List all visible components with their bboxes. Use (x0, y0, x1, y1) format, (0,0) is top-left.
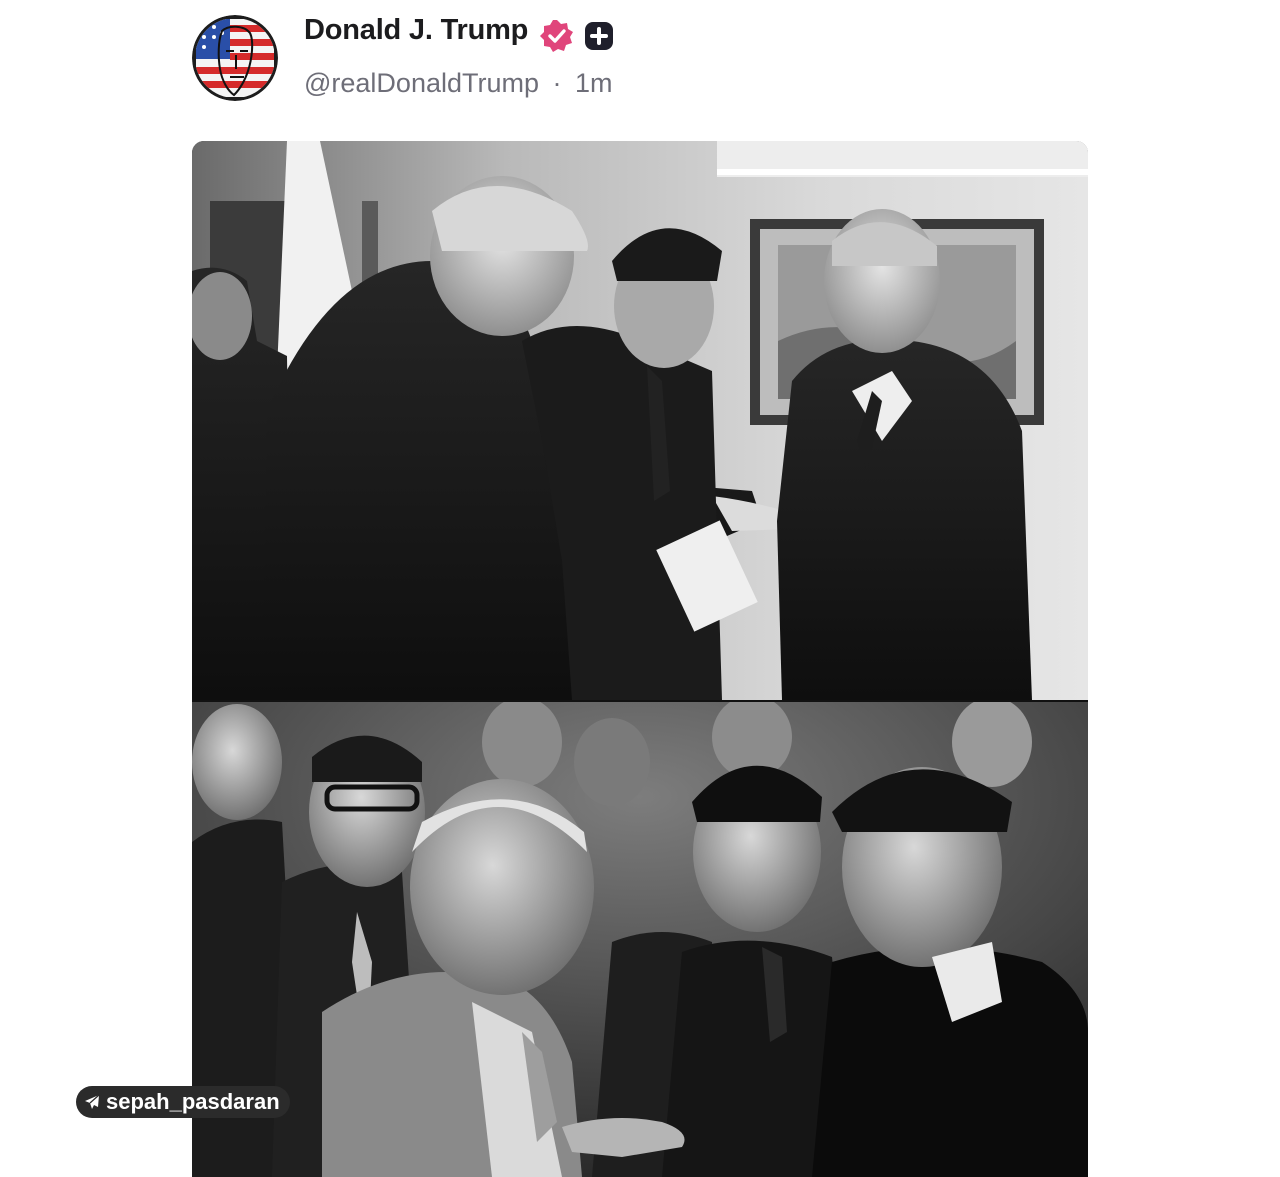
meta-separator: · (552, 68, 562, 98)
bottom-photo-image (192, 702, 1088, 1177)
bottom-photo[interactable] (192, 702, 1088, 1177)
watermark-text: sepah_pasdaran (106, 1089, 280, 1114)
post-timestamp[interactable]: 1m (575, 68, 613, 98)
top-photo[interactable] (192, 141, 1088, 700)
flag-face-avatar-icon (192, 15, 278, 101)
top-photo-image (192, 141, 1088, 700)
plus-badge-icon (585, 22, 613, 50)
author-avatar[interactable] (192, 15, 278, 101)
author-badges (540, 19, 614, 53)
author-display-name[interactable]: Donald J. Trump (304, 14, 528, 47)
telegram-icon (85, 1094, 100, 1109)
watermark-badge: sepah_pasdaran (76, 1086, 290, 1118)
author-meta: @realDonaldTrump · 1m (304, 68, 613, 99)
post-header: Donald J. Trump @realDonaldTrump · 1m (190, 14, 890, 106)
author-handle[interactable]: @realDonaldTrump (304, 68, 539, 98)
post-media[interactable] (192, 141, 1088, 1177)
verified-badge-icon (540, 20, 573, 52)
